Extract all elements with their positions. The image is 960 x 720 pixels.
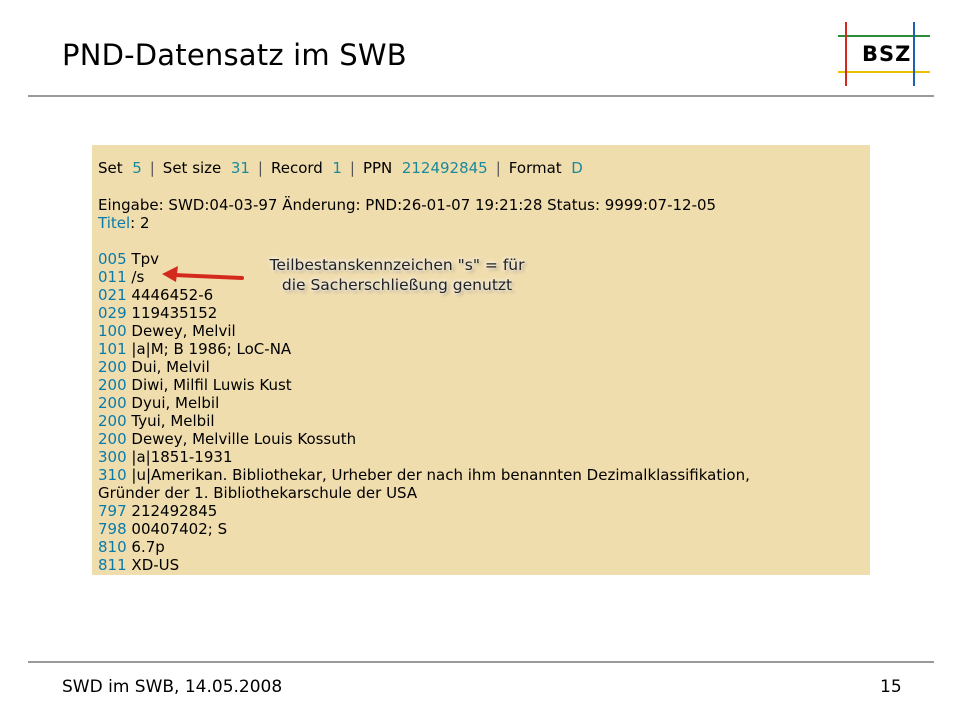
- field-line: 200 Dewey, Melville Louis Kossuth: [98, 430, 356, 448]
- page-number: 15: [880, 677, 902, 697]
- setsize-value: 31: [230, 159, 250, 177]
- field-tag: 810: [98, 538, 127, 556]
- field-line: 100 Dewey, Melvil: [98, 322, 236, 340]
- set-label: Set: [98, 159, 123, 177]
- field-value: Tyui, Melbil: [131, 412, 215, 430]
- titel-line: Titel: 2: [98, 214, 150, 232]
- field-line: Gründer der 1. Bibliothekarschule der US…: [98, 484, 417, 502]
- field-line: 200 Dyui, Melbil: [98, 394, 219, 412]
- field-value: /s: [131, 268, 145, 286]
- field-value: Tpv: [131, 250, 159, 268]
- record-label: Record: [270, 159, 323, 177]
- field-value: Dui, Melvil: [131, 358, 210, 376]
- field-tag: 200: [98, 376, 127, 394]
- record-value: 1: [332, 159, 342, 177]
- field-value: 4446452-6: [131, 286, 214, 304]
- set-value: 5: [132, 159, 142, 177]
- field-value: Dyui, Melbil: [131, 394, 220, 412]
- record-header: Set 5 | Set size 31 | Record 1 | PPN 212492845…: [98, 159, 583, 177]
- slide-title: PND-Datensatz im SWB: [62, 38, 407, 72]
- ppn-label: PPN: [362, 159, 393, 177]
- field-line: 029 119435152: [98, 304, 217, 322]
- footer-text: SWD im SWB, 14.05.2008: [62, 677, 283, 697]
- field-line: 798 00407402; S: [98, 520, 227, 538]
- field-value: |a|1851-1931: [131, 448, 233, 466]
- field-line: 300 |a|1851-1931: [98, 448, 232, 466]
- field-value: 00407402; S: [131, 520, 228, 538]
- field-tag: 300: [98, 448, 127, 466]
- field-tag: 011: [98, 268, 127, 286]
- field-tag: 100: [98, 322, 127, 340]
- field-value: |a|M; B 1986; LoC-NA: [131, 340, 292, 358]
- field-tag: 021: [98, 286, 127, 304]
- callout-annotation: Teilbestanskennzeichen "s" = für die Sac…: [232, 255, 562, 295]
- field-value: 212492845: [131, 502, 218, 520]
- field-value: 119435152: [131, 304, 218, 322]
- field-line: 200 Dui, Melvil: [98, 358, 210, 376]
- field-value: Diwi, Milfil Luwis Kust: [131, 376, 292, 394]
- callout-line-1: Teilbestanskennzeichen "s" = für: [269, 256, 525, 274]
- field-line: 811 XD-US: [98, 556, 179, 574]
- field-line: 310 |u|Amerikan. Bibliothekar, Urheber d…: [98, 466, 750, 484]
- field-tag: 200: [98, 430, 127, 448]
- format-label: Format: [508, 159, 562, 177]
- field-line: 810 6.7p: [98, 538, 165, 556]
- field-value: |u|Amerikan. Bibliothekar, Urheber der n…: [131, 466, 750, 484]
- field-value: Gründer der 1. Bibliothekarschule der US…: [98, 484, 418, 502]
- field-tag: 797: [98, 502, 127, 520]
- status-line: Eingabe: SWD:04-03-97 Änderung: PND:26-0…: [98, 196, 717, 214]
- field-tag: 811: [98, 556, 127, 574]
- titel-value: 2: [139, 214, 150, 232]
- format-value: D: [571, 159, 583, 177]
- field-tag: 005: [98, 250, 127, 268]
- field-line: 005 Tpv: [98, 250, 159, 268]
- record-panel: Set 5 | Set size 31 | Record 1 | PPN 212492845…: [92, 145, 870, 575]
- field-tag: 798: [98, 520, 127, 538]
- field-line: 011 /s: [98, 268, 144, 286]
- field-tag: 200: [98, 394, 127, 412]
- logo-text: BSZ: [862, 42, 912, 66]
- field-tag: 200: [98, 358, 127, 376]
- field-value: XD-US: [131, 556, 180, 574]
- field-tag: 310: [98, 466, 127, 484]
- ppn-value: 212492845: [401, 159, 488, 177]
- field-tag: 029: [98, 304, 127, 322]
- field-line: 101 |a|M; B 1986; LoC-NA: [98, 340, 291, 358]
- field-line: 021 4446452-6: [98, 286, 213, 304]
- field-tag: 101: [98, 340, 127, 358]
- field-line: 797 212492845: [98, 502, 217, 520]
- field-value: Dewey, Melville Louis Kossuth: [131, 430, 357, 448]
- footer-divider: [28, 661, 934, 663]
- field-value: 6.7p: [131, 538, 165, 556]
- callout-line-2: die Sacherschließung genutzt: [281, 276, 513, 294]
- header-divider: [28, 95, 934, 97]
- field-value: Dewey, Melvil: [131, 322, 236, 340]
- titel-label: Titel: [98, 214, 131, 232]
- field-line: 200 Tyui, Melbil: [98, 412, 215, 430]
- field-tag: 200: [98, 412, 127, 430]
- field-line: 200 Diwi, Milfil Luwis Kust: [98, 376, 292, 394]
- setsize-label: Set size: [162, 159, 222, 177]
